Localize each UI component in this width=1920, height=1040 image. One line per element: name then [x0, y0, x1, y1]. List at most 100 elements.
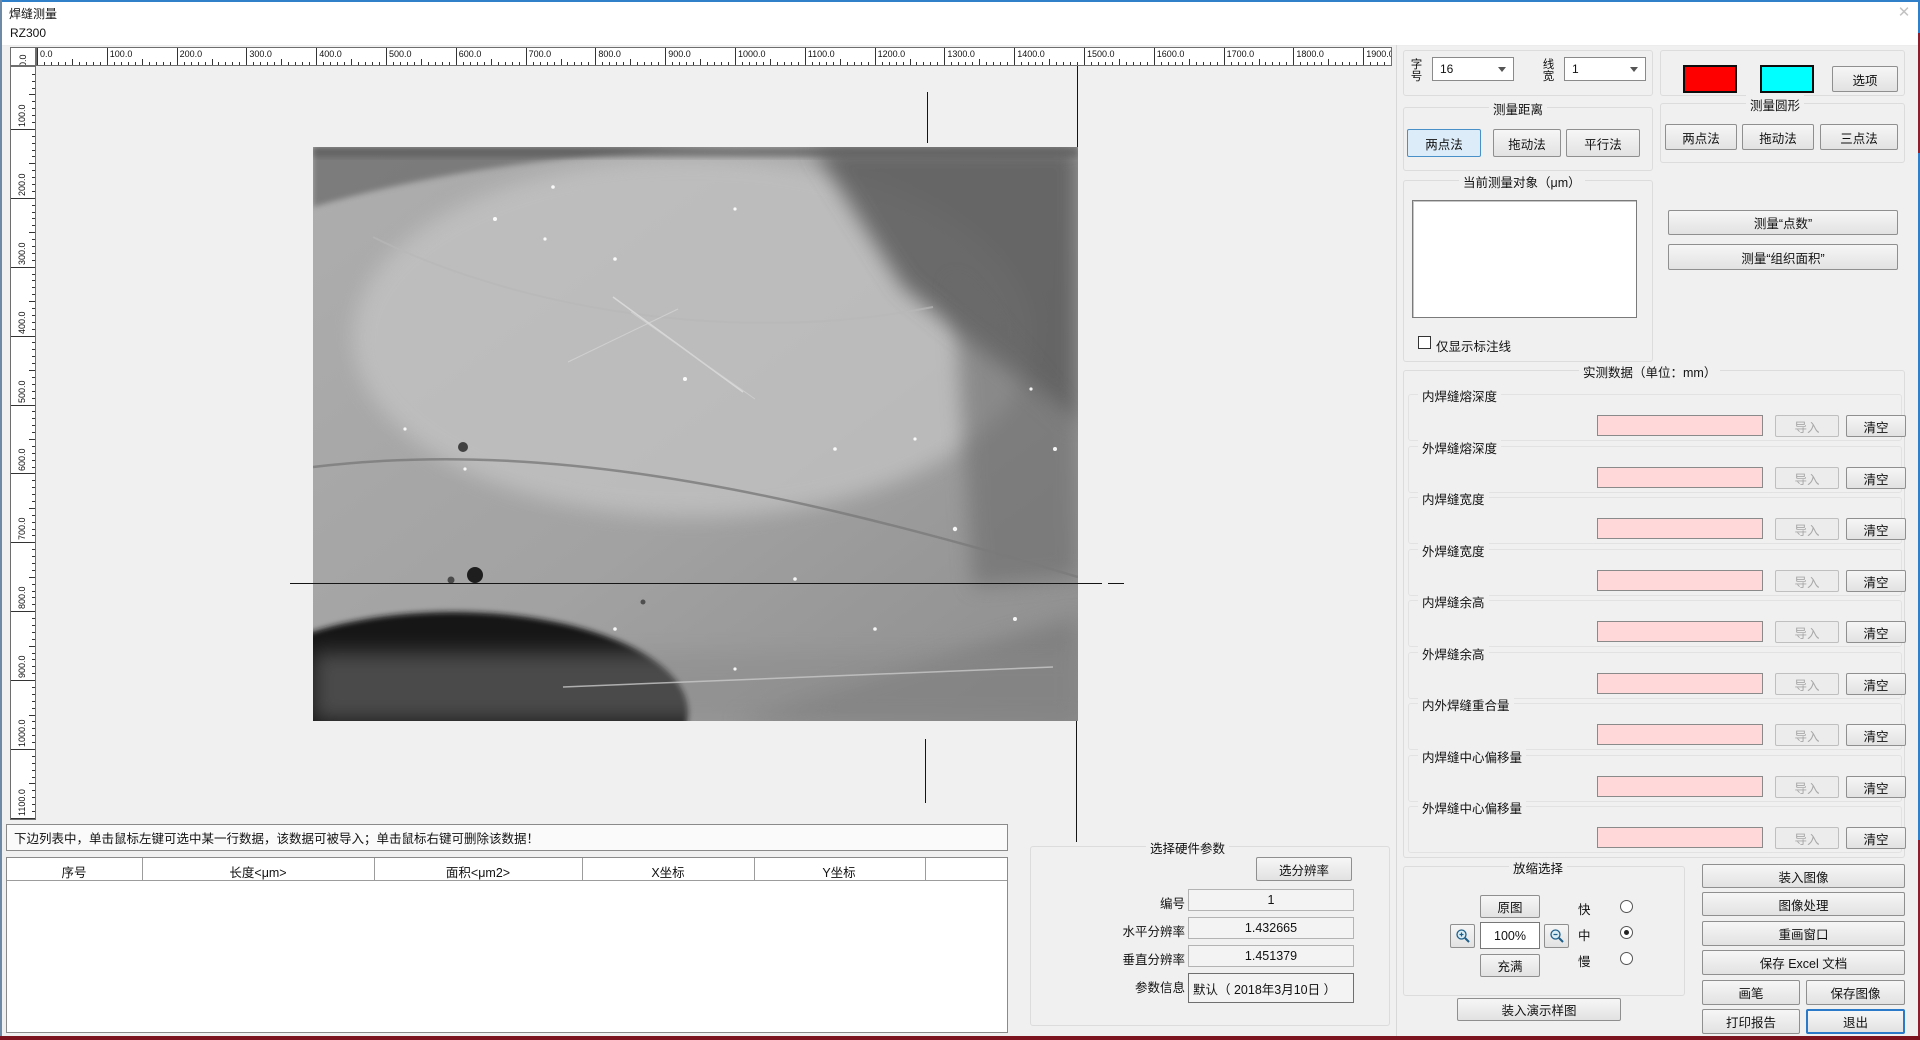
h-ruler-label: 1700.0 [1227, 49, 1255, 59]
outer-seam-depth-clear-button[interactable]: 清空 [1846, 467, 1906, 489]
inner-center-offset-import-button[interactable]: 导入 [1775, 776, 1839, 798]
pen-button[interactable]: 画笔 [1702, 980, 1800, 1005]
outer-seam-reinforcement-input[interactable] [1597, 673, 1763, 694]
circle-three-point-button[interactable]: 三点法 [1820, 124, 1898, 150]
speed-radio-2[interactable] [1620, 952, 1633, 965]
line-width-select[interactable]: 1 [1564, 57, 1646, 81]
distance-parallel-button[interactable]: 平行法 [1566, 129, 1640, 157]
seam-overlap-clear-button[interactable]: 清空 [1846, 724, 1906, 746]
distance-drag-button[interactable]: 拖动法 [1493, 129, 1561, 157]
ruler-minor-tick [32, 721, 35, 722]
circle-two-point-button[interactable]: 两点法 [1665, 124, 1737, 150]
horizontal-resolution-field[interactable]: 1.432665 [1188, 917, 1354, 939]
ruler-minor-tick [29, 783, 35, 784]
vertical-resolution-field[interactable]: 1.451379 [1188, 945, 1354, 967]
inner-seam-depth-import-button[interactable]: 导入 [1775, 415, 1839, 437]
seam-overlap-input[interactable] [1597, 724, 1763, 745]
circle-drag-button[interactable]: 拖动法 [1742, 124, 1814, 150]
measure-points-button[interactable]: 测量“点数” [1668, 210, 1898, 235]
inner-seam-depth-input[interactable] [1597, 415, 1763, 436]
parameter-info-field[interactable]: 默认（ 2018年3月10日 ） [1188, 973, 1354, 1003]
inner-seam-width-clear-button[interactable]: 清空 [1846, 518, 1906, 540]
outer-seam-reinforcement-import-button[interactable]: 导入 [1775, 673, 1839, 695]
save-image-button[interactable]: 保存图像 [1806, 980, 1905, 1005]
inner-seam-reinforcement-input[interactable] [1597, 621, 1763, 642]
ruler-minor-tick [32, 529, 35, 530]
load-demo-button[interactable]: 装入演示样图 [1457, 998, 1621, 1021]
exit-button[interactable]: 退出 [1806, 1009, 1905, 1034]
ruler-minor-tick [337, 62, 338, 65]
ruler-minor-tick [32, 728, 35, 729]
ruler-minor-tick [547, 62, 548, 65]
ruler-minor-tick [32, 342, 35, 343]
inner-center-offset-clear-button[interactable]: 清空 [1846, 776, 1906, 798]
measure-area-button[interactable]: 测量“组织面积” [1668, 244, 1898, 270]
distance-two-point-button[interactable]: 两点法 [1407, 129, 1481, 157]
print-report-button[interactable]: 打印报告 [1702, 1009, 1800, 1034]
ruler-major-tick [11, 749, 35, 750]
ruler-minor-tick [951, 62, 952, 65]
inner-seam-width-import-button[interactable]: 导入 [1775, 518, 1839, 540]
outer-seam-width-input[interactable] [1597, 570, 1763, 591]
ruler-minor-tick [32, 156, 35, 157]
ruler-minor-tick [1203, 62, 1204, 65]
speed-option-label-0: 快 [1578, 899, 1591, 918]
ruler-minor-tick [32, 797, 35, 798]
outer-seam-depth-import-button[interactable]: 导入 [1775, 467, 1839, 489]
outer-seam-reinforcement-clear-button[interactable]: 清空 [1846, 673, 1906, 695]
results-table[interactable]: 序号长度<μm>面积<μm2>X坐标Y坐标 [6, 857, 1008, 1033]
measure-line-horizontal-end [1108, 583, 1124, 584]
select-resolution-button[interactable]: 选分辨率 [1256, 857, 1352, 881]
options-button[interactable]: 选项 [1832, 66, 1898, 92]
ruler-minor-tick [400, 62, 401, 65]
inner-seam-width-input[interactable] [1597, 518, 1763, 539]
outer-seam-depth-input[interactable] [1597, 467, 1763, 488]
outer-center-offset-clear-button[interactable]: 清空 [1846, 827, 1906, 849]
ruler-major-tick [11, 680, 35, 681]
zoom-value-field[interactable]: 100% [1480, 922, 1540, 949]
ruler-minor-tick [32, 74, 35, 75]
original-size-button[interactable]: 原图 [1480, 895, 1540, 918]
ruler-minor-tick [32, 239, 35, 240]
ruler-minor-tick [533, 62, 534, 65]
inner-seam-depth-clear-button[interactable]: 清空 [1846, 415, 1906, 437]
current-object-listbox[interactable] [1412, 200, 1637, 318]
ruler-minor-tick [170, 62, 171, 65]
ruler-minor-tick [225, 62, 226, 65]
image-process-button[interactable]: 图像处理 [1702, 892, 1905, 916]
zoom-in-button[interactable] [1450, 924, 1475, 948]
speed-option-label-2: 慢 [1578, 951, 1591, 970]
inner-seam-reinforcement-import-button[interactable]: 导入 [1775, 621, 1839, 643]
secondary-color-swatch[interactable] [1760, 65, 1814, 93]
fill-window-button[interactable]: 充满 [1480, 954, 1540, 977]
outer-seam-width-import-button[interactable]: 导入 [1775, 570, 1839, 592]
table-header-1: 长度<μm> [229, 862, 286, 881]
font-size-select[interactable]: 16 [1432, 57, 1514, 81]
outer-center-offset-import-button[interactable]: 导入 [1775, 827, 1839, 849]
menu-item-rz300[interactable]: RZ300 [10, 26, 46, 40]
seam-overlap-import-button[interactable]: 导入 [1775, 724, 1839, 746]
ruler-minor-tick [407, 62, 408, 65]
redraw-window-button[interactable]: 重画窗口 [1702, 921, 1905, 946]
speed-radio-1[interactable] [1620, 926, 1633, 939]
ruler-minor-tick [32, 494, 35, 495]
zoom-out-button[interactable] [1544, 924, 1569, 948]
inner-center-offset-input[interactable] [1597, 776, 1763, 797]
ruler-minor-tick [1238, 62, 1239, 65]
ruler-major-tick [456, 48, 457, 65]
ruler-minor-tick [330, 62, 331, 65]
load-image-button[interactable]: 装入图像 [1702, 864, 1905, 888]
speed-radio-0[interactable] [1620, 900, 1633, 913]
outer-seam-width-clear-button[interactable]: 清空 [1846, 570, 1906, 592]
image-canvas[interactable] [36, 66, 1392, 820]
save-excel-button[interactable]: 保存 Excel 文档 [1702, 950, 1905, 975]
ruler-minor-tick [32, 446, 35, 447]
v-ruler-label: 600.0 [17, 431, 27, 471]
device-id-field[interactable]: 1 [1188, 889, 1354, 911]
inner-seam-reinforcement-clear-button[interactable]: 清空 [1846, 621, 1906, 643]
ruler-minor-tick [32, 356, 35, 357]
primary-color-swatch[interactable] [1683, 65, 1737, 93]
close-icon[interactable]: ✕ [1893, 3, 1915, 22]
show-annotation-checkbox[interactable] [1418, 336, 1431, 349]
outer-center-offset-input[interactable] [1597, 827, 1763, 848]
